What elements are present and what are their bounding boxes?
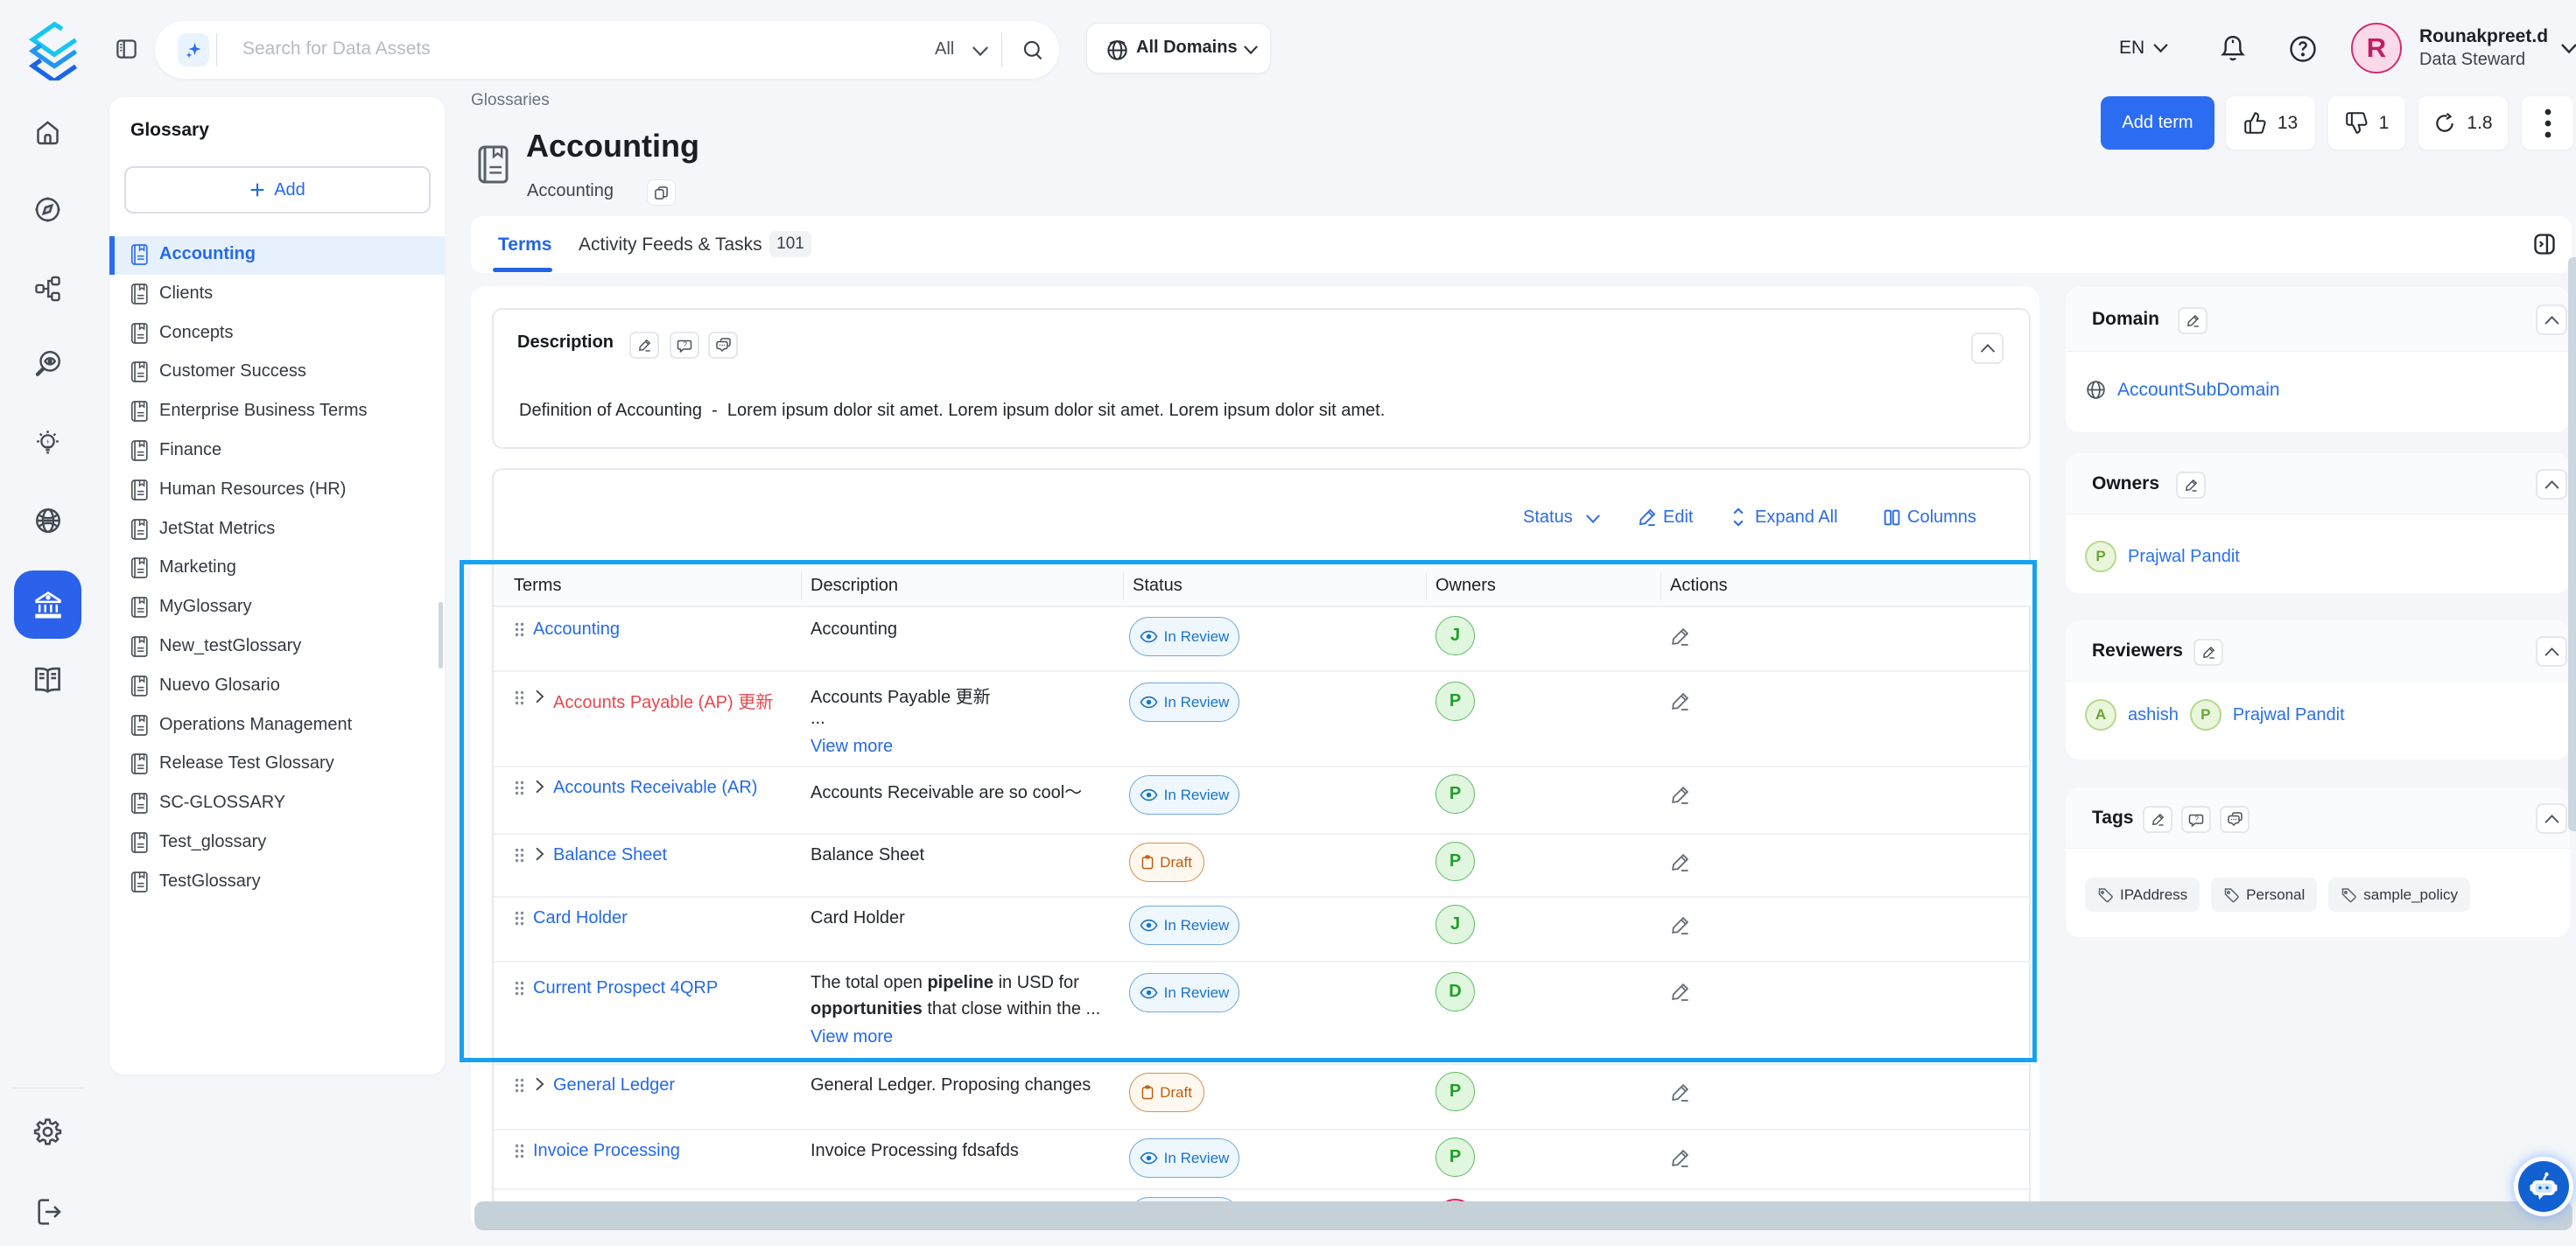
svg-text:?: ? bbox=[2195, 815, 2200, 822]
svg-text:?: ? bbox=[684, 340, 688, 348]
